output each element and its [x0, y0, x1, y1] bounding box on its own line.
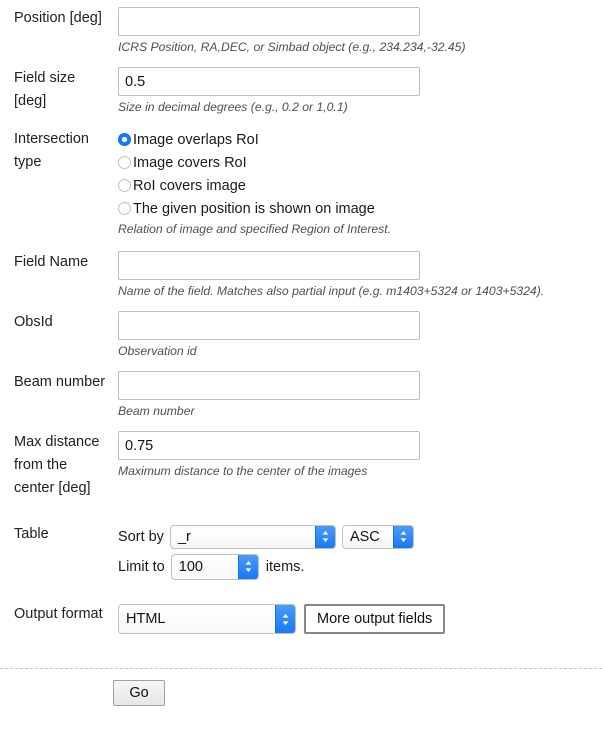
chevron-up-down-icon[interactable]	[392, 525, 413, 548]
intersection-type-radio-group: Image overlaps RoI Image covers RoI RoI …	[118, 128, 602, 220]
sort-by-value: _r	[177, 528, 191, 545]
form-row-beam-number: Beam number Beam number	[0, 371, 602, 419]
field-output-format: HTML More output fields	[110, 603, 602, 635]
beam-number-input[interactable]	[118, 371, 420, 400]
hint-obsid: Observation id	[118, 344, 197, 358]
go-button[interactable]: Go	[113, 680, 165, 706]
radio-option-image-overlaps-roi[interactable]: Image overlaps RoI	[118, 128, 602, 151]
hint-beam-number: Beam number	[118, 404, 195, 418]
obsid-input[interactable]	[118, 311, 420, 340]
submit-row: Go	[0, 669, 602, 706]
form-row-intersection-type: Intersection type Image overlaps RoI Ima…	[0, 128, 602, 237]
field-beam-number: Beam number	[110, 371, 602, 419]
radio-label: Image covers RoI	[133, 154, 247, 171]
form-row-position: Position [deg] ICRS Position, RA,DEC, or…	[0, 7, 602, 55]
label-intersection-type: Intersection type	[14, 131, 89, 170]
hint-position: ICRS Position, RA,DEC, or Simbad object …	[118, 40, 466, 54]
form-row-field-name: Field Name Name of the field. Matches al…	[0, 251, 602, 299]
chevron-up-down-icon[interactable]	[275, 605, 295, 633]
label-obsid: ObsId	[14, 314, 53, 330]
form-row-max-distance: Max distance from the center [deg] Maxim…	[0, 431, 602, 500]
field-intersection-type: Image overlaps RoI Image covers RoI RoI …	[110, 128, 602, 237]
label-table: Table	[14, 526, 49, 542]
radio-button-icon[interactable]	[118, 202, 131, 215]
radio-button-icon[interactable]	[118, 156, 131, 169]
radio-option-position-shown-on-image[interactable]: The given position is shown on image	[118, 197, 602, 220]
label-field-size: Field size [deg]	[14, 70, 76, 109]
sort-order-select[interactable]: ASC	[341, 524, 414, 549]
output-format-value: HTML	[126, 611, 166, 627]
label-beam-number: Beam number	[14, 374, 106, 390]
label-position: Position [deg]	[14, 10, 102, 26]
label-max-distance: Max distance from the center [deg]	[14, 434, 100, 496]
items-label: items.	[265, 558, 305, 575]
more-output-fields-button[interactable]: More output fields	[304, 604, 446, 634]
field-table: Sort by _r ASC Limit to 100 items.	[110, 523, 602, 580]
radio-label: Image overlaps RoI	[133, 131, 259, 148]
radio-label: RoI covers image	[133, 177, 246, 194]
field-name-input[interactable]	[118, 251, 420, 280]
limit-value: 100	[178, 558, 203, 575]
field-field-name: Name of the field. Matches also partial …	[110, 251, 602, 299]
field-max-distance: Maximum distance to the center of the im…	[110, 431, 602, 479]
hint-field-name: Name of the field. Matches also partial …	[118, 284, 545, 298]
form-row-field-size: Field size [deg] Size in decimal degrees…	[0, 67, 602, 115]
radio-option-image-covers-roi[interactable]: Image covers RoI	[118, 151, 602, 174]
label-field-name: Field Name	[14, 254, 89, 270]
radio-button-icon[interactable]	[118, 179, 131, 192]
limit-row: Limit to 100 items.	[118, 553, 602, 580]
field-obsid: Observation id	[110, 311, 602, 359]
label-output-format: Output format	[14, 606, 103, 622]
search-form: Position [deg] ICRS Position, RA,DEC, or…	[0, 7, 602, 706]
field-field-size: Size in decimal degrees (e.g., 0.2 or 1,…	[110, 67, 602, 115]
form-row-output-format: Output format HTML More output fields	[0, 603, 602, 635]
field-size-input[interactable]	[118, 67, 420, 96]
form-row-table: Table Sort by _r ASC Limit to 100 items.	[0, 523, 602, 580]
chevron-up-down-icon[interactable]	[314, 525, 335, 548]
limit-select[interactable]: 100	[170, 553, 259, 580]
hint-intersection-type: Relation of image and specified Region o…	[118, 222, 392, 236]
sort-by-select[interactable]: _r	[169, 524, 336, 549]
sort-by-label: Sort by	[118, 528, 164, 545]
output-format-select[interactable]: HTML	[118, 604, 296, 634]
sort-by-row: Sort by _r ASC	[118, 523, 602, 550]
limit-to-label: Limit to	[118, 558, 165, 575]
max-distance-input[interactable]	[118, 431, 420, 460]
radio-button-icon[interactable]	[118, 133, 131, 146]
hint-max-distance: Maximum distance to the center of the im…	[118, 464, 368, 478]
output-format-row: HTML More output fields	[118, 603, 602, 635]
radio-label: The given position is shown on image	[133, 200, 375, 217]
hint-field-size: Size in decimal degrees (e.g., 0.2 or 1,…	[118, 100, 348, 114]
radio-option-roi-covers-image[interactable]: RoI covers image	[118, 174, 602, 197]
form-row-obsid: ObsId Observation id	[0, 311, 602, 359]
chevron-up-down-icon[interactable]	[237, 554, 258, 579]
field-position: ICRS Position, RA,DEC, or Simbad object …	[110, 7, 602, 55]
position-input[interactable]	[118, 7, 420, 36]
sort-order-value: ASC	[349, 528, 380, 545]
